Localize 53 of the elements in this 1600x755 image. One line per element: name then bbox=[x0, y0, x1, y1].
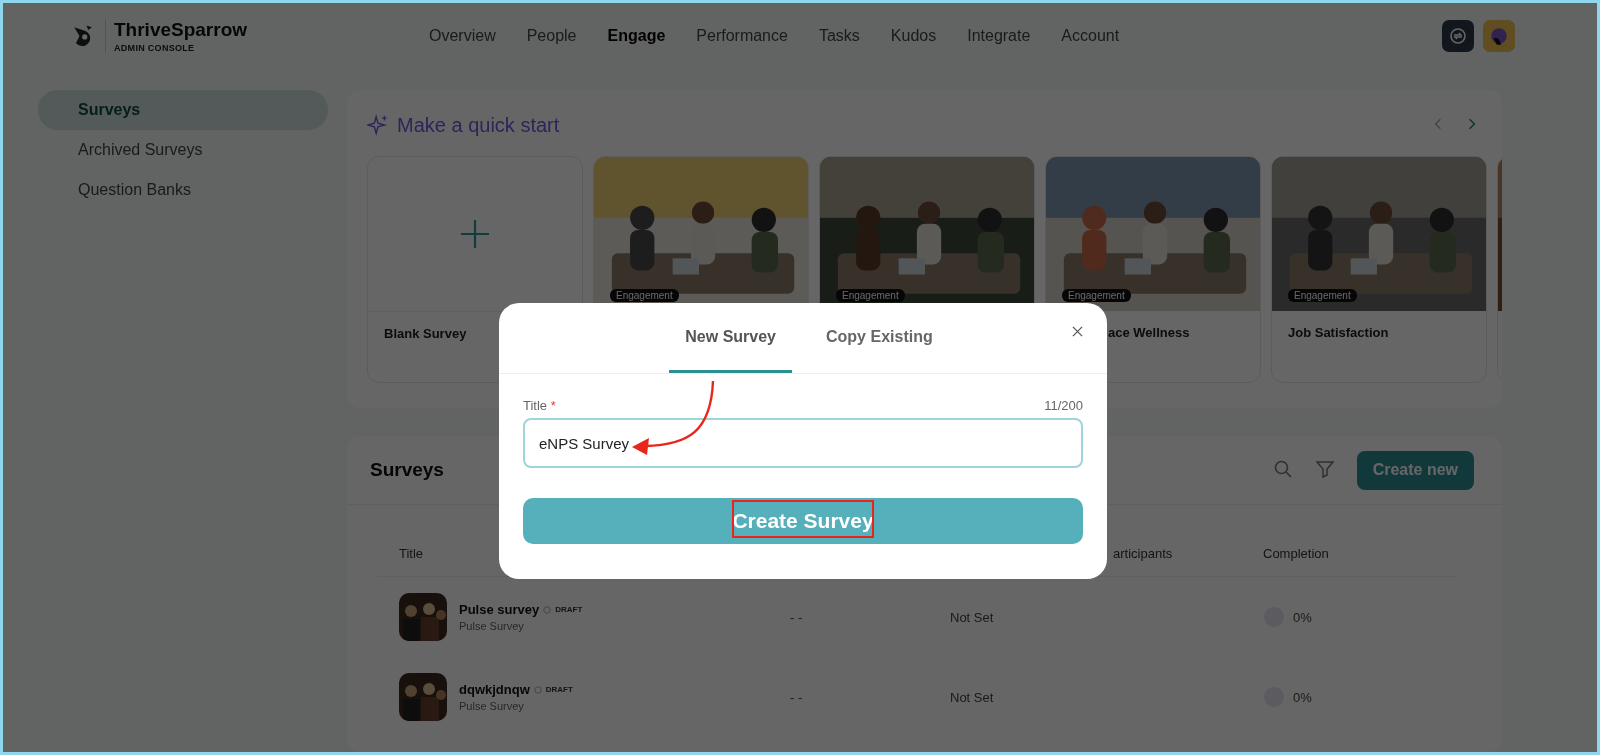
quick-start-title: Make a quick start bbox=[397, 113, 560, 137]
sidebar-item[interactable]: Archived Surveys bbox=[38, 130, 328, 170]
table-cell-text: - - bbox=[790, 689, 804, 705]
brand-subtitle: ADMIN CONSOLE bbox=[114, 43, 196, 53]
sidebar-item[interactable]: Question Banks bbox=[38, 170, 328, 210]
nav-link[interactable]: Overview bbox=[429, 27, 496, 45]
column-header: articipants bbox=[1113, 546, 1174, 561]
sync-button[interactable] bbox=[1442, 20, 1474, 52]
survey-title[interactable]: dqwkjdnqw bbox=[459, 682, 530, 697]
create-survey-button[interactable]: Create Survey bbox=[523, 498, 1083, 544]
create-new-button[interactable]: Create new bbox=[1356, 450, 1474, 490]
nav-link[interactable]: Engage bbox=[607, 27, 666, 45]
field-label: Title * bbox=[523, 398, 556, 413]
column-header: Completion bbox=[1263, 546, 1330, 561]
nav-link[interactable]: Integrate bbox=[967, 27, 1031, 45]
card-title: Job Satisfaction bbox=[1287, 324, 1390, 340]
category-tag: Engagement bbox=[610, 289, 679, 302]
plus-icon bbox=[460, 219, 490, 249]
sparkle-icon bbox=[367, 114, 389, 136]
status-icon bbox=[533, 685, 542, 694]
category-tag: Engagement bbox=[1062, 289, 1131, 302]
survey-title[interactable]: Pulse survey bbox=[459, 602, 540, 617]
card-title: ace Wellness bbox=[1107, 324, 1191, 340]
table-cell-text: - - bbox=[790, 609, 804, 625]
column-header: Title bbox=[399, 546, 425, 561]
template-card[interactable]: Engagement ace Wellness bbox=[1045, 156, 1261, 383]
panel-title: Surveys bbox=[370, 459, 444, 481]
category-tag: Engagement bbox=[836, 289, 905, 302]
completion-value: 0% bbox=[1293, 689, 1312, 705]
status-icon bbox=[543, 605, 552, 614]
completion-value: 0% bbox=[1293, 609, 1312, 625]
status-label: DRAFT bbox=[545, 685, 573, 694]
nav-link[interactable]: People bbox=[526, 27, 577, 45]
table-cell-text: Not Set bbox=[950, 689, 995, 705]
card-title: Blank Survey bbox=[383, 325, 468, 341]
category-tag: Engagement bbox=[1288, 289, 1357, 302]
dialog-tab[interactable]: New Survey bbox=[669, 303, 792, 373]
template-card[interactable]: Engagement Job Satisfaction bbox=[1271, 156, 1487, 383]
avatar-button[interactable] bbox=[1483, 20, 1515, 52]
nav-link[interactable]: Performance bbox=[696, 27, 788, 45]
table-cell-text: Not Set bbox=[950, 609, 995, 625]
nav-link[interactable]: Kudos bbox=[890, 27, 937, 45]
status-label: DRAFT bbox=[555, 605, 583, 614]
character-counter: 11/200 bbox=[1044, 398, 1083, 413]
nav-link[interactable]: Account bbox=[1061, 27, 1120, 45]
sidebar-item[interactable]: Surveys bbox=[38, 90, 328, 130]
brand-name: ThriveSparrow bbox=[114, 19, 248, 41]
survey-type: Pulse Survey bbox=[459, 620, 525, 632]
sync-icon bbox=[1448, 26, 1468, 46]
nav-link[interactable]: Tasks bbox=[818, 27, 860, 45]
title-input[interactable]: eNPS Survey bbox=[523, 418, 1083, 468]
avatar-icon bbox=[1488, 25, 1510, 47]
survey-type: Pulse Survey bbox=[459, 700, 525, 712]
